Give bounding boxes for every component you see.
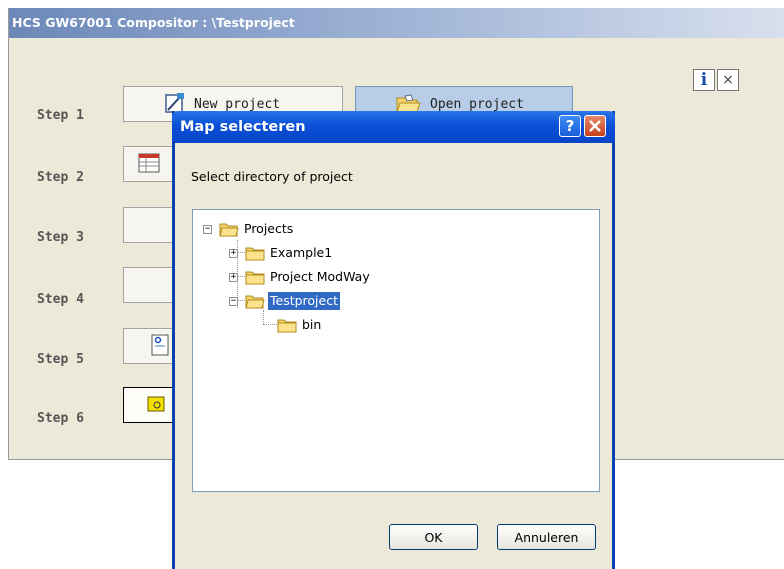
app-title-bar: HCS GW67001 Compositor : \Testproject [9, 8, 784, 38]
step-1-label: Step 1 [37, 108, 84, 123]
close-icon: × [722, 72, 734, 88]
table-editor-icon [138, 153, 160, 173]
step-6-label: Step 6 [37, 411, 84, 426]
info-icon: i [700, 69, 708, 90]
new-project-label: New project [194, 97, 281, 112]
export-icon [147, 396, 165, 412]
tree-label-project-modway: Project ModWay [270, 269, 370, 284]
document-icon [151, 334, 169, 356]
folder-tree[interactable]: − Projects + Example1 + Project ModWay −… [192, 209, 600, 492]
step-3-label: Step 3 [37, 230, 84, 245]
ok-label: OK [424, 529, 443, 545]
dialog-close-button[interactable] [584, 115, 606, 137]
tree-label-projects: Projects [244, 221, 294, 236]
folder-icon [277, 319, 297, 333]
ok-button[interactable]: OK [389, 524, 478, 550]
open-project-label: Open project [430, 97, 524, 112]
folder-icon [245, 247, 265, 261]
collapse-icon[interactable]: − [229, 297, 238, 306]
cancel-label: Annuleren [514, 529, 579, 545]
folder-icon [245, 271, 265, 285]
help-icon: ? [565, 117, 575, 135]
cancel-button[interactable]: Annuleren [497, 524, 596, 550]
expand-icon[interactable]: + [229, 249, 238, 258]
info-button[interactable]: i [693, 69, 715, 91]
folder-open-icon [245, 295, 265, 309]
folder-open-icon [219, 223, 239, 237]
step-4-label: Step 4 [37, 292, 84, 307]
help-button[interactable]: ? [559, 115, 581, 137]
dialog-prompt: Select directory of project [191, 169, 353, 184]
dialog-title-bar: Map selecteren ? [172, 111, 615, 143]
step-2-label: Step 2 [37, 170, 84, 185]
tree-label-bin: bin [302, 317, 322, 332]
dialog-title: Map selecteren [180, 119, 306, 135]
close-button[interactable]: × [717, 69, 739, 91]
map-select-dialog: Map selecteren ? Select directory of pro… [172, 111, 615, 569]
tree-connector [263, 310, 264, 324]
step-5-label: Step 5 [37, 352, 84, 367]
expand-icon[interactable]: + [229, 273, 238, 282]
close-icon [589, 120, 601, 132]
tree-label-testproject: Testproject [268, 292, 340, 310]
tree-label-example1: Example1 [270, 245, 333, 260]
app-title: HCS GW67001 Compositor : \Testproject [12, 15, 295, 30]
tree-connector [263, 324, 277, 325]
collapse-icon[interactable]: − [203, 225, 212, 234]
